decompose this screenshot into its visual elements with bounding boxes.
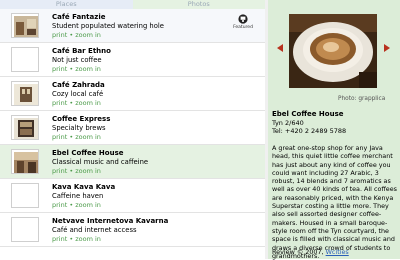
detail-panel: Photo: grapplica Ebel Coffee House Tyn 2…	[268, 0, 400, 260]
place-name[interactable]: Café Fantazie	[52, 13, 105, 21]
place-title: Ebel Coffee House	[272, 110, 344, 118]
place-description: Caffeine haven	[52, 192, 104, 200]
place-description: Specialty brews	[52, 124, 106, 132]
place-description: Cozy local café	[52, 90, 104, 98]
place-links[interactable]: print • zoom in	[52, 201, 101, 209]
list-item[interactable]: Café Zahrada Cozy local café print • zoo…	[0, 77, 265, 111]
place-thumbnail-empty	[11, 217, 39, 242]
place-name[interactable]: Café Bar Ethno	[52, 47, 111, 55]
list-item[interactable]: Café Bar Ethno Not just coffee print • z…	[0, 43, 265, 77]
review-prefix: Review © 2007,	[272, 248, 326, 256]
tab-bar: Places Photos	[0, 0, 265, 9]
places-list: Café Fantazie Student populated watering…	[0, 9, 265, 247]
place-description: Classical music and caffeine	[52, 158, 149, 166]
wcities-link[interactable]: Wcities	[326, 248, 349, 256]
place-name[interactable]: Netvave Internetova Kavarna	[52, 217, 168, 225]
tab-places[interactable]: Places	[0, 0, 133, 9]
tab-photos[interactable]: Photos	[132, 0, 265, 9]
list-item[interactable]: Netvave Internetova Kavarna Café and int…	[0, 213, 265, 247]
featured-label: Featured	[233, 25, 253, 30]
list-item[interactable]: Kava Kava Kava Caffeine haven print • zo…	[0, 179, 265, 213]
place-description: Student populated watering hole	[52, 22, 164, 30]
place-description: Not just coffee	[52, 56, 102, 64]
place-name[interactable]: Coffee Express	[52, 115, 110, 123]
place-thumbnail[interactable]	[11, 115, 39, 140]
place-links[interactable]: print • zoom in	[52, 65, 101, 73]
list-item[interactable]: Coffee Express Specialty brews print • z…	[0, 111, 265, 145]
place-phone: Tel: +420 2 2489 5788	[272, 127, 347, 135]
place-photo	[289, 14, 377, 88]
place-name[interactable]: Ebel Coffee House	[52, 149, 124, 157]
list-item[interactable]: Café Fantazie Student populated watering…	[0, 9, 265, 43]
next-arrow-icon[interactable]	[384, 44, 390, 52]
photo-credit: Photo: grapplica	[338, 96, 386, 102]
places-panel: Places Photos Café Fantazie Student popu…	[0, 0, 265, 259]
review-credit: Review © 2007, Wcities	[272, 248, 349, 256]
place-links[interactable]: print • zoom in	[52, 167, 101, 175]
place-links[interactable]: print • zoom in	[52, 133, 101, 141]
place-thumbnail-empty	[11, 183, 39, 208]
list-item-selected[interactable]: Ebel Coffee House Classical music and ca…	[0, 145, 265, 179]
place-address: Tyn 2/640	[272, 119, 304, 127]
place-thumbnail[interactable]	[11, 81, 39, 106]
featured-icon	[238, 14, 248, 24]
place-name[interactable]: Café Zahrada	[52, 81, 105, 89]
place-links[interactable]: print • zoom in	[52, 31, 101, 39]
place-name[interactable]: Kava Kava Kava	[52, 183, 115, 191]
previous-arrow-icon[interactable]	[277, 44, 283, 52]
place-links[interactable]: print • zoom in	[52, 99, 101, 107]
place-links[interactable]: print • zoom in	[52, 235, 101, 243]
place-description-text: A great one-stop shop for any Java head,…	[272, 144, 397, 260]
place-thumbnail[interactable]	[11, 13, 39, 38]
featured-badge: Featured	[228, 14, 258, 30]
place-thumbnail[interactable]	[11, 149, 39, 174]
place-description: Café and internet access	[52, 226, 137, 234]
place-thumbnail-empty	[11, 47, 39, 72]
